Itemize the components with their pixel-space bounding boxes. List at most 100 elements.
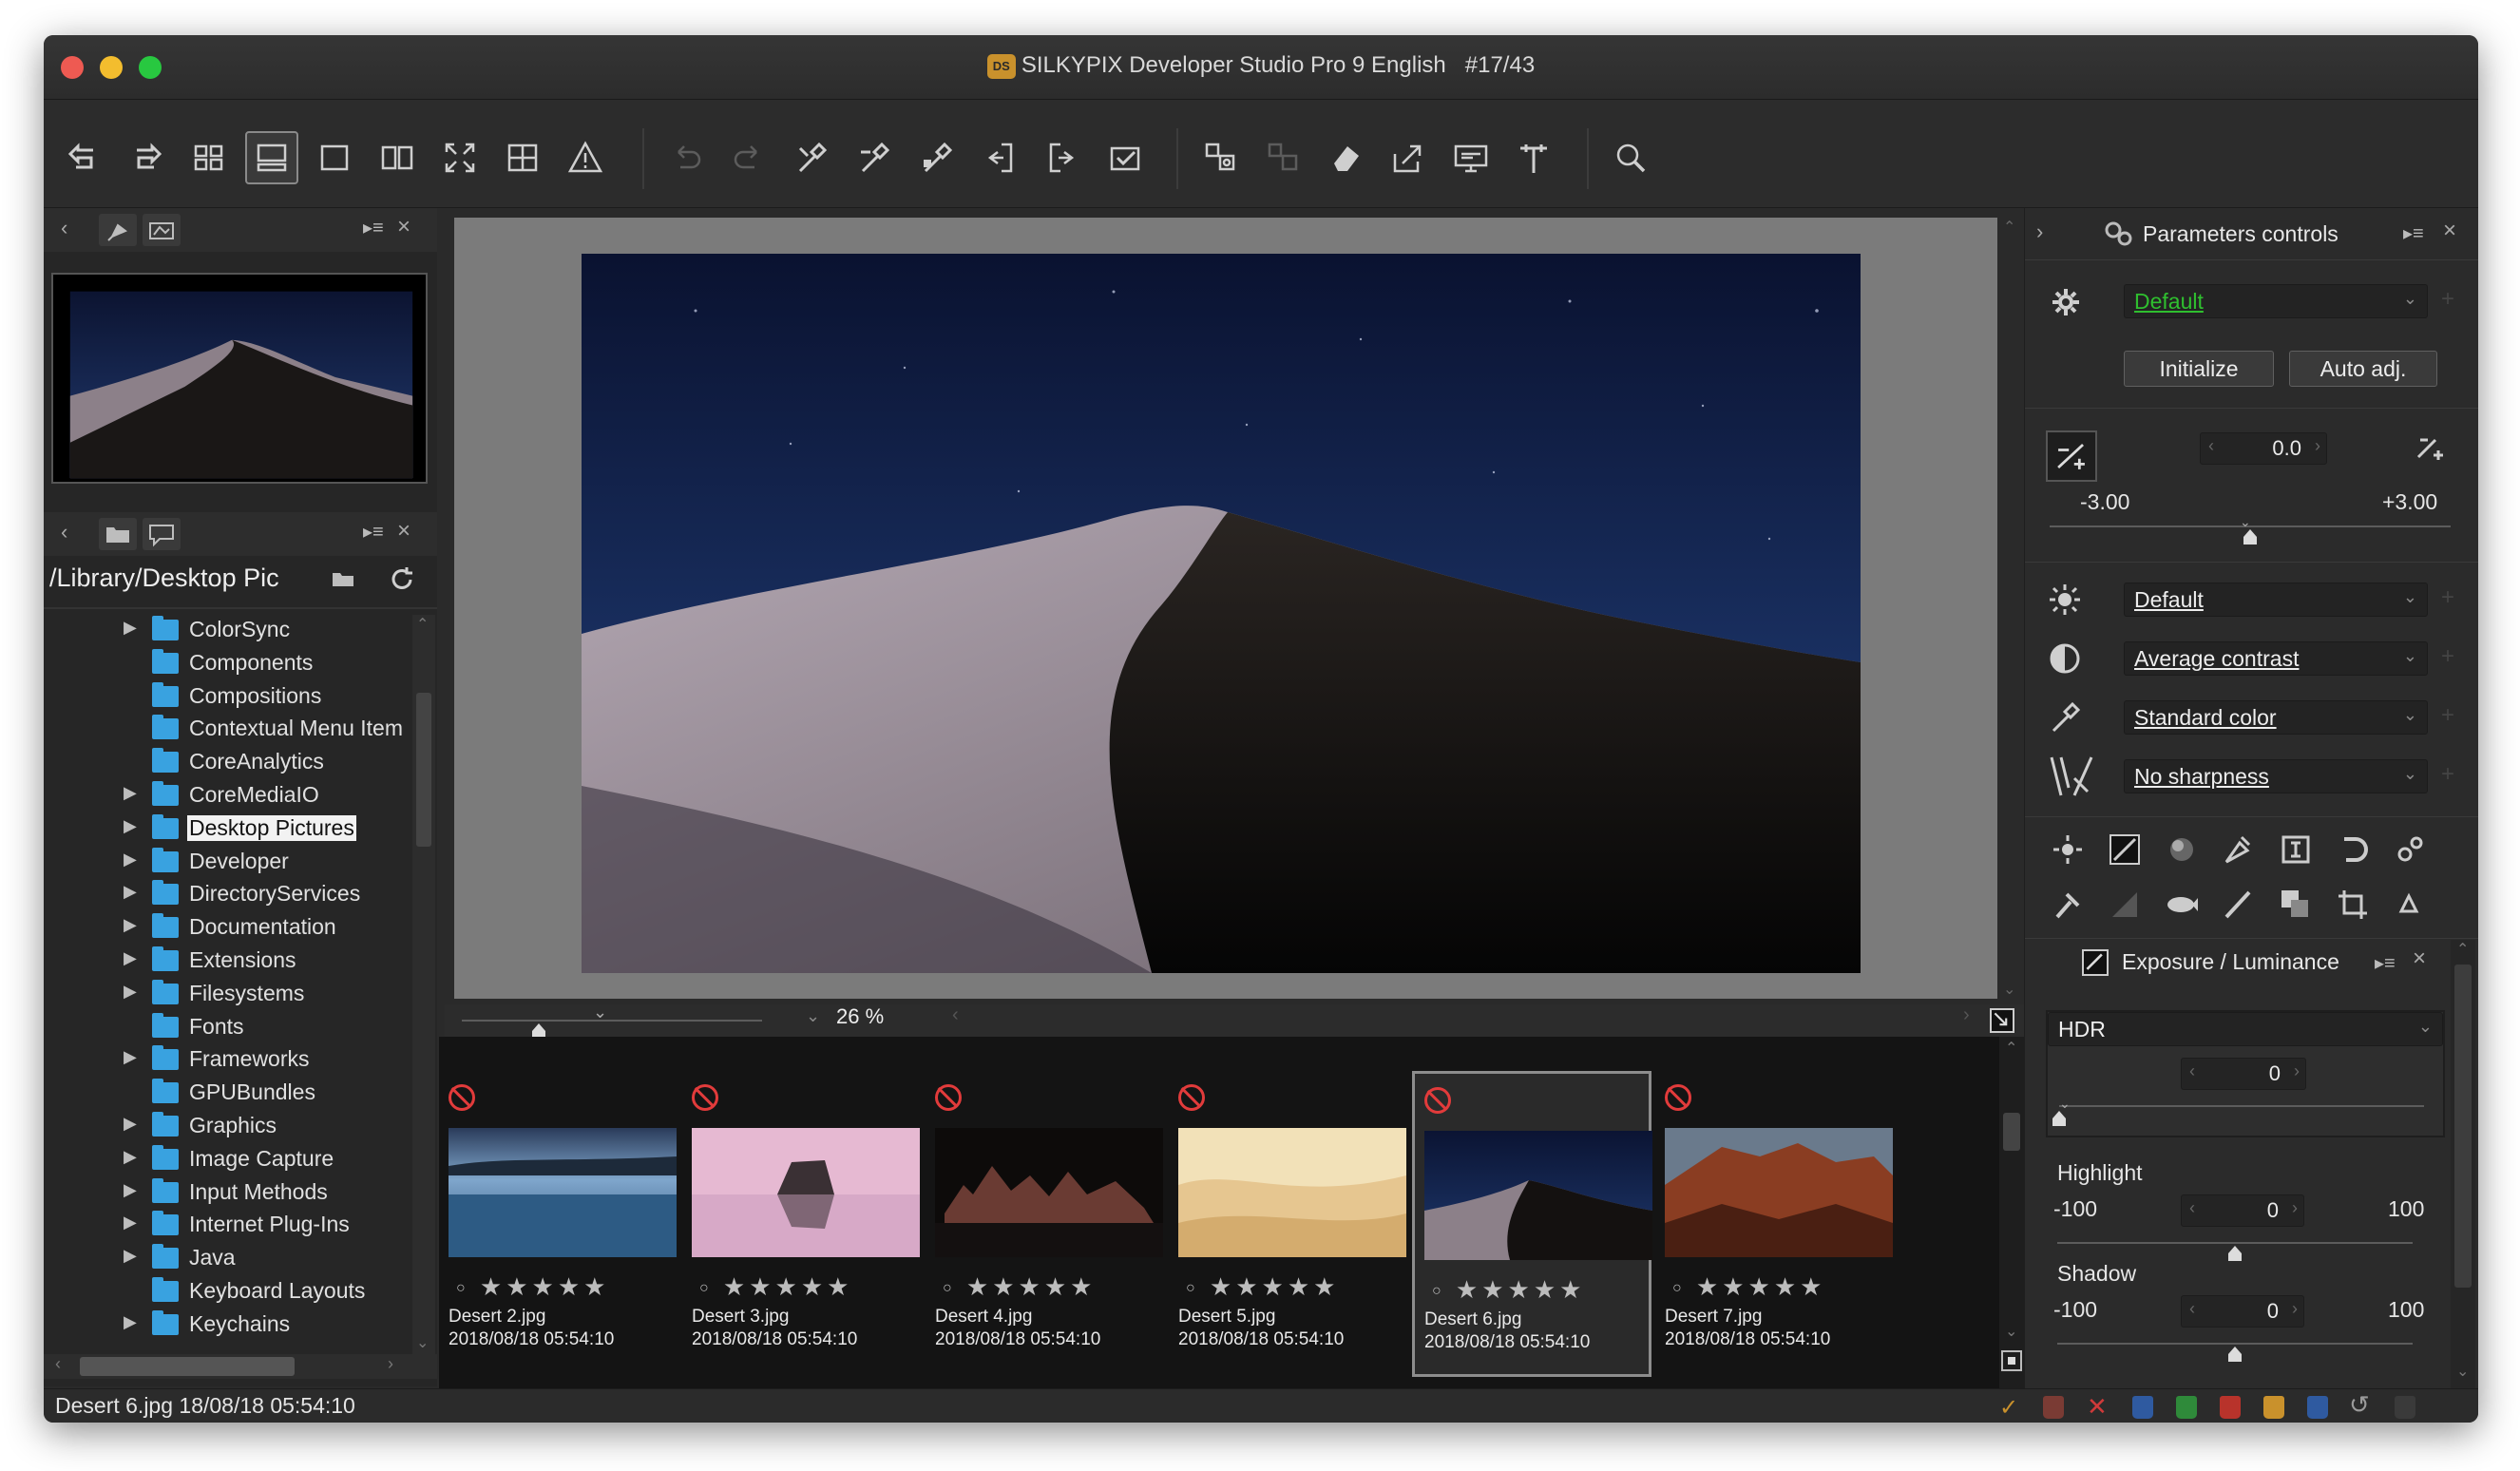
exposure-slider-knob[interactable]	[2243, 529, 2257, 544]
rotate-right-icon[interactable]	[120, 131, 173, 184]
add-tone-icon[interactable]: +	[2441, 643, 2454, 670]
gears-tool-icon[interactable]	[2392, 831, 2428, 868]
expand-arrow-icon[interactable]: ▶	[124, 1312, 141, 1332]
close-panel-icon[interactable]: ×	[2443, 218, 2456, 244]
parent-folder-icon[interactable]	[331, 567, 355, 590]
rating-stars[interactable]: ○ ★★★★★	[1672, 1272, 1825, 1302]
lock-icon[interactable]	[2395, 1396, 2415, 1419]
exposure-tool-icon[interactable]	[2107, 831, 2143, 868]
batch-disabled-icon[interactable]	[1256, 131, 1309, 184]
contrast-icon[interactable]	[2046, 640, 2084, 678]
layers-tool-icon[interactable]	[2278, 887, 2314, 923]
rating-stars[interactable]: ○ ★★★★★	[699, 1272, 852, 1302]
expand-arrow-icon[interactable]: ▶	[124, 1114, 141, 1134]
reject-flag-icon[interactable]	[449, 1084, 475, 1111]
expand-arrow-icon[interactable]: ▶	[124, 882, 141, 902]
folder-item[interactable]: ▶ Graphics	[124, 1111, 412, 1143]
folder-item[interactable]: ▶ Java	[124, 1243, 412, 1275]
no-rating-dot[interactable]: ○	[699, 1280, 713, 1296]
preset-dropdown[interactable]: Default ⌄	[2124, 284, 2428, 318]
spot-tool-icon[interactable]	[2050, 887, 2086, 923]
add-preset-icon[interactable]: +	[2441, 286, 2454, 313]
filmstrip-scroll-thumb[interactable]	[2003, 1113, 2020, 1151]
close-panel-icon[interactable]: ×	[2413, 946, 2426, 972]
orange-label-icon[interactable]	[2263, 1396, 2284, 1419]
folder-item[interactable]: ▶ Internet Plug-Ins	[124, 1210, 412, 1242]
recycle-tool-icon[interactable]	[2392, 887, 2428, 923]
preview-filmstrip-icon[interactable]	[245, 131, 298, 184]
expand-arrow-icon[interactable]: ▶	[124, 1047, 141, 1067]
zoom-search-icon[interactable]	[1604, 131, 1657, 184]
hdr-dropdown[interactable]: HDR ⌄	[2048, 1012, 2443, 1046]
hdr-slider-track[interactable]	[2059, 1105, 2424, 1107]
folder-item[interactable]: ▶ Image Capture	[124, 1144, 412, 1176]
exposure-panel-scroll-thumb[interactable]	[2454, 965, 2472, 1288]
undo-icon[interactable]	[659, 131, 713, 184]
highlight-slider-knob[interactable]	[2228, 1246, 2242, 1261]
expand-arrow-icon[interactable]: ▶	[124, 1180, 141, 1200]
white-balance-icon[interactable]	[2046, 581, 2084, 619]
panel-menu-icon[interactable]: ▸≡	[2403, 221, 2424, 245]
rotate-tool-icon[interactable]	[2335, 831, 2371, 868]
single-view-icon[interactable]	[308, 131, 361, 184]
close-panel-icon[interactable]: ×	[397, 214, 410, 240]
folder-item[interactable]: ▶ Documentation	[124, 912, 412, 945]
folder-item[interactable]: ▶ Keychains	[124, 1309, 412, 1342]
no-rating-dot[interactable]: ○	[1672, 1280, 1686, 1296]
exposure-spinner[interactable]: ‹ 0.0 ›	[2200, 432, 2327, 465]
shadow-slider-knob[interactable]	[2228, 1347, 2242, 1362]
folder-item[interactable]: Fonts	[127, 1012, 412, 1044]
paste-params-icon[interactable]	[1036, 131, 1089, 184]
folder-hscroll-thumb[interactable]	[80, 1357, 295, 1376]
rotate-left-icon[interactable]	[57, 131, 110, 184]
panel-menu-icon[interactable]: ▸≡	[2375, 951, 2396, 975]
navy-label-icon[interactable]	[2307, 1396, 2328, 1419]
refresh-icon[interactable]	[388, 565, 416, 594]
filmstrip-settings-icon[interactable]	[2001, 1350, 2022, 1371]
expand-arrow-icon[interactable]: ▶	[124, 915, 141, 935]
exposure-panel-scrollbar[interactable]: ⌃ ⌄	[2451, 940, 2475, 1388]
develop-check-icon[interactable]	[1098, 131, 1152, 184]
crop-tool-icon[interactable]	[2335, 887, 2371, 923]
thumbnail-card[interactable]: ○ ★★★★★ Desert 5.jpg 2018/08/18 05:54:10	[1169, 1071, 1408, 1377]
folder-item[interactable]: ▶ DirectoryServices	[124, 879, 412, 911]
sharpness-dropdown[interactable]: No sharpness ⌄	[2124, 759, 2428, 793]
shadow-slider-track[interactable]	[2057, 1343, 2413, 1345]
tone-tool-icon[interactable]	[2164, 831, 2200, 868]
fit-view-icon[interactable]	[1990, 1008, 2014, 1033]
folder-item[interactable]: ▶ Filesystems	[124, 979, 412, 1011]
copy-params-icon[interactable]	[973, 131, 1026, 184]
folder-item[interactable]: ▶ Extensions	[124, 946, 412, 978]
batch-icon[interactable]	[1193, 131, 1247, 184]
white-balance-dropdown[interactable]: Default ⌄	[2124, 583, 2428, 617]
expand-arrow-icon[interactable]: ▶	[124, 1147, 141, 1167]
shadow-spinner[interactable]: ‹ 0 ›	[2181, 1295, 2304, 1328]
exposure-auto-icon[interactable]	[2415, 432, 2447, 465]
thumbnail-card[interactable]: ○ ★★★★★ Desert 6.jpg 2018/08/18 05:54:10	[1412, 1071, 1652, 1377]
reject-icon[interactable]	[2043, 1396, 2064, 1419]
comment-tab-icon[interactable]	[143, 518, 181, 550]
filmstrip-scrollbar[interactable]: ⌃ ⌄	[1999, 1037, 2024, 1388]
rating-stars[interactable]: ○ ★★★★★	[456, 1272, 609, 1302]
no-rating-dot[interactable]: ○	[943, 1280, 956, 1296]
collapse-left-icon[interactable]: ‹	[61, 216, 67, 240]
folder-tab-icon[interactable]	[99, 518, 137, 550]
folder-item[interactable]: Keyboard Layouts	[127, 1276, 412, 1309]
color-tool-icon[interactable]	[2221, 831, 2257, 868]
folder-hscrollbar[interactable]: ‹ ›	[44, 1354, 437, 1379]
collapse-left-icon[interactable]: ‹	[61, 520, 67, 544]
thumbnail-card[interactable]: ○ ★★★★★ Desert 4.jpg 2018/08/18 05:54:10	[926, 1071, 1165, 1377]
sharpness-icon[interactable]	[2046, 750, 2097, 801]
hammer-icon[interactable]	[1507, 131, 1560, 184]
highlight-spinner[interactable]: ‹ 0 ›	[2181, 1194, 2304, 1227]
gear-icon[interactable]	[2050, 286, 2082, 318]
expand-arrow-icon[interactable]: ▶	[124, 850, 141, 869]
no-rating-dot[interactable]: ○	[1432, 1283, 1445, 1299]
monitor-icon[interactable]	[1444, 131, 1498, 184]
lens-tool-icon[interactable]	[2278, 831, 2314, 868]
expand-arrow-icon[interactable]: ▶	[124, 948, 141, 968]
compare-view-icon[interactable]	[371, 131, 424, 184]
folder-item[interactable]: ▶ Developer	[124, 847, 412, 879]
grid-view-icon[interactable]	[182, 131, 236, 184]
reject-flag-icon[interactable]	[1424, 1087, 1451, 1114]
